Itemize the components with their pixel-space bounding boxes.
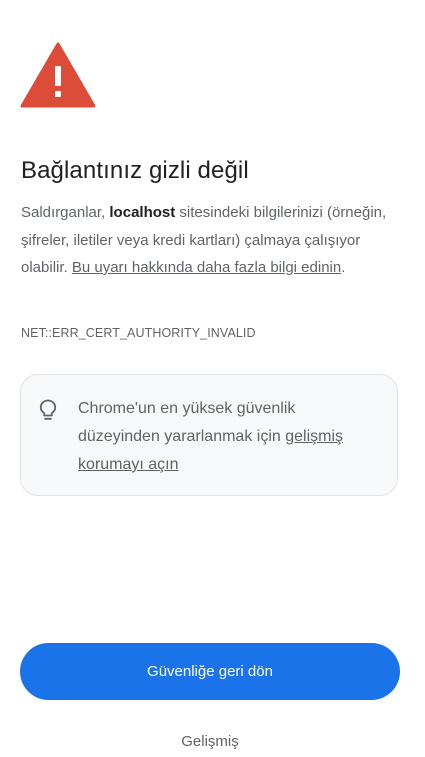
page-title: Bağlantınız gizli değil [21,157,249,184]
enhanced-protection-tip: Chrome'un en yüksek güvenlik düzeyinden … [20,374,398,496]
advanced-button[interactable]: Gelişmiş [130,727,290,755]
learn-more-link[interactable]: Bu uyarı hakkında daha fazla bilgi edini… [72,259,341,276]
tip-message: Chrome'un en yüksek güvenlik düzeyinden … [78,400,296,445]
warning-message: Saldırganlar, localhost sitesindeki bilg… [21,199,401,282]
lightbulb-icon [39,399,57,420]
warning-triangle-icon [20,42,96,108]
back-to-safety-button[interactable]: Güvenliğe geri dön [20,643,400,700]
message-end: . [341,259,346,276]
site-host: localhost [109,204,176,221]
interstitial-page: Bağlantınız gizli değil Saldırganlar, lo… [0,0,425,757]
tip-text: Chrome'un en yüksek güvenlik düzeyinden … [78,395,378,479]
error-code: NET::ERR_CERT_AUTHORITY_INVALID [21,326,256,340]
message-prefix: Saldırganlar, [21,204,110,221]
